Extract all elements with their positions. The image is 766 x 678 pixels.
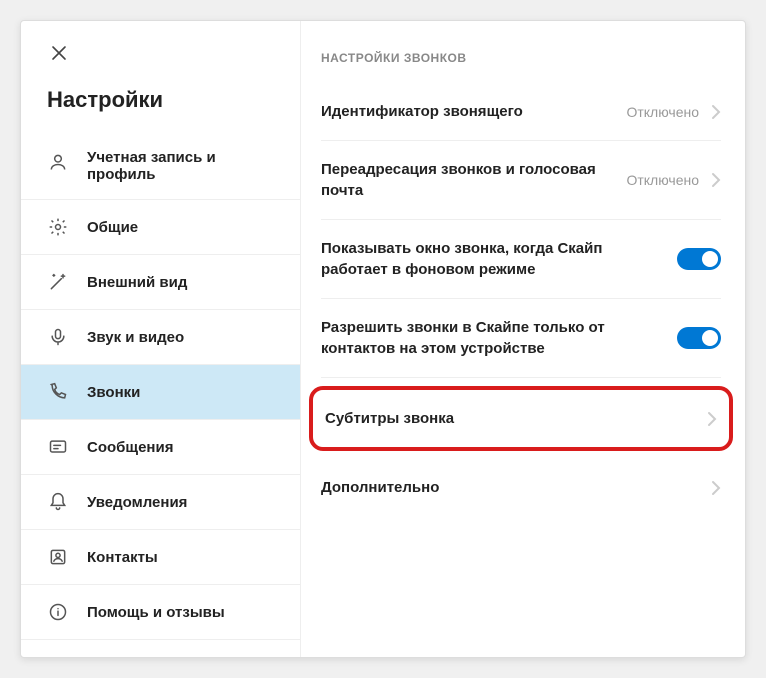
info-icon — [47, 601, 69, 623]
sidebar-item-account[interactable]: Учетная запись и профиль — [21, 133, 300, 200]
close-icon — [51, 45, 67, 61]
setting-label: Показывать окно звонка, когда Скайп рабо… — [321, 238, 665, 280]
sidebar-item-contacts[interactable]: Контакты — [21, 530, 300, 585]
message-icon — [47, 436, 69, 458]
sidebar-item-label: Контакты — [87, 549, 158, 566]
chevron-right-icon — [711, 172, 721, 188]
setting-label: Дополнительно — [321, 477, 699, 498]
highlight-annotation: Субтитры звонка — [309, 386, 733, 451]
phone-icon — [47, 381, 69, 403]
sidebar-item-label: Звонки — [87, 384, 140, 401]
sidebar-item-messaging[interactable]: Сообщения — [21, 420, 300, 475]
content-panel: НАСТРОЙКИ ЗВОНКОВ Идентификатор звонящег… — [301, 21, 745, 657]
sidebar-item-audio-video[interactable]: Звук и видео — [21, 310, 300, 365]
section-header: НАСТРОЙКИ ЗВОНКОВ — [321, 51, 721, 65]
sidebar-item-appearance[interactable]: Внешний вид — [21, 255, 300, 310]
gear-icon — [47, 216, 69, 238]
contacts-icon — [47, 546, 69, 568]
toggle-allow-contacts-only[interactable] — [677, 327, 721, 349]
wand-icon — [47, 271, 69, 293]
chevron-right-icon — [707, 411, 717, 427]
sidebar: Настройки Учетная запись и профиль Общие… — [21, 21, 301, 657]
setting-label: Идентификатор звонящего — [321, 101, 614, 122]
setting-label: Переадресация звонков и голосовая почта — [321, 159, 614, 201]
sidebar-item-label: Помощь и отзывы — [87, 604, 225, 621]
sidebar-item-label: Уведомления — [87, 494, 187, 511]
sidebar-item-label: Сообщения — [87, 439, 173, 456]
sidebar-item-general[interactable]: Общие — [21, 200, 300, 255]
setting-show-call-window: Показывать окно звонка, когда Скайп рабо… — [321, 220, 721, 299]
sidebar-nav: Учетная запись и профиль Общие Внешний в… — [21, 133, 300, 640]
close-button[interactable] — [39, 33, 79, 73]
sidebar-title: Настройки — [21, 73, 300, 133]
settings-window: Настройки Учетная запись и профиль Общие… — [20, 20, 746, 658]
setting-call-subtitles[interactable]: Субтитры звонка — [321, 394, 721, 443]
microphone-icon — [47, 326, 69, 348]
setting-label: Субтитры звонка — [325, 408, 695, 429]
sidebar-item-label: Учетная запись и профиль — [87, 149, 274, 183]
setting-value: Отключено — [626, 104, 699, 120]
sidebar-item-label: Внешний вид — [87, 274, 187, 291]
toggle-show-call-window[interactable] — [677, 248, 721, 270]
setting-allow-contacts-only: Разрешить звонки в Скайпе только от конт… — [321, 299, 721, 378]
sidebar-item-label: Звук и видео — [87, 329, 184, 346]
sidebar-item-notifications[interactable]: Уведомления — [21, 475, 300, 530]
setting-advanced[interactable]: Дополнительно — [321, 459, 721, 516]
setting-value: Отключено — [626, 172, 699, 188]
sidebar-item-help[interactable]: Помощь и отзывы — [21, 585, 300, 640]
sidebar-item-label: Общие — [87, 219, 138, 236]
setting-label: Разрешить звонки в Скайпе только от конт… — [321, 317, 665, 359]
chevron-right-icon — [711, 104, 721, 120]
sidebar-item-calling[interactable]: Звонки — [21, 365, 300, 420]
bell-icon — [47, 491, 69, 513]
chevron-right-icon — [711, 480, 721, 496]
setting-caller-id[interactable]: Идентификатор звонящего Отключено — [321, 83, 721, 141]
person-icon — [47, 151, 69, 173]
setting-call-forwarding[interactable]: Переадресация звонков и голосовая почта … — [321, 141, 721, 220]
